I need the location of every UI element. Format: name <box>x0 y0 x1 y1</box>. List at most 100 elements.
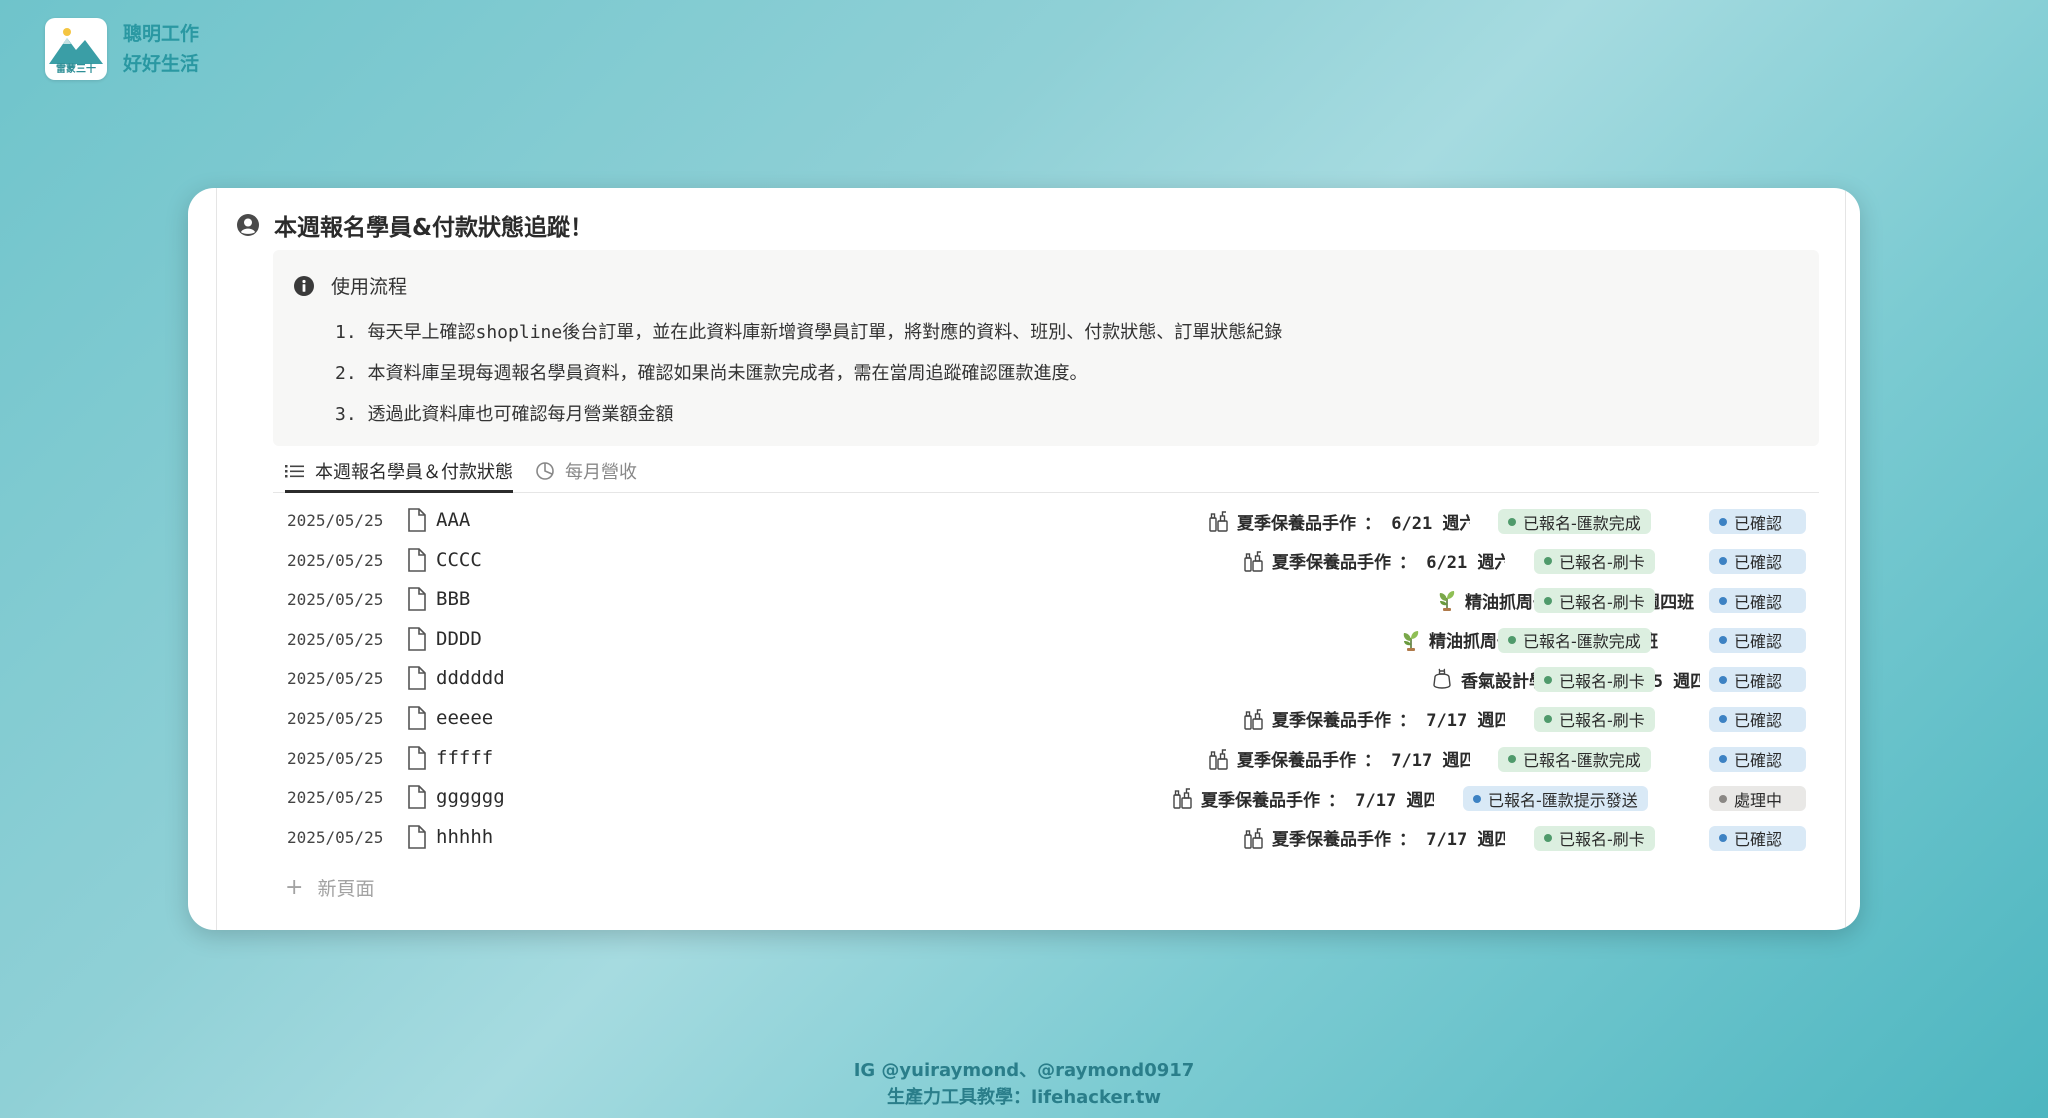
student-name[interactable]: DDDD <box>436 628 482 650</box>
bottles-icon <box>1244 828 1263 849</box>
payment-status-text: 已報名-刷卡 <box>1559 592 1645 612</box>
order-status-text: 已確認 <box>1734 671 1783 691</box>
order-status-text: 已確認 <box>1734 632 1783 652</box>
payment-status-text: 已報名-匯款完成 <box>1523 632 1641 652</box>
order-status-badge[interactable]: 已確認 <box>1709 667 1806 693</box>
course-relation[interactable]: 夏季保養品手作 ： 7/17 週四班 <box>1173 785 1434 811</box>
course-name: 夏季保養品手作 <box>1272 711 1391 732</box>
payment-status-badge[interactable]: 已報名-匯款完成 <box>1498 746 1651 772</box>
student-name[interactable]: hhhhh <box>436 826 493 848</box>
payment-status-text: 已報名-匯款完成 <box>1523 513 1641 533</box>
student-name[interactable]: CCCC <box>436 549 482 571</box>
course-relation[interactable]: 夏季保養品手作 ： 7/17 週四班 <box>1244 706 1505 732</box>
payment-status-text: 已報名-刷卡 <box>1559 711 1645 731</box>
student-name[interactable]: BBB <box>436 588 470 610</box>
tab-monthly-revenue[interactable]: 每月營收 <box>535 450 637 492</box>
status-dot <box>1719 794 1727 803</box>
brand-logo: 雷蒙三十 <box>45 18 107 80</box>
view-tabs: 本週報名學員＆付款狀態 每月營收 <box>273 450 1819 493</box>
status-dot <box>1544 557 1552 566</box>
student-name[interactable]: eeeee <box>436 707 493 729</box>
notion-card: 本週報名學員&付款狀態追蹤！ 使用流程 1. 每天早上確認shopline後台訂… <box>188 188 1860 930</box>
student-name[interactable]: fffff <box>436 747 493 769</box>
course-relation[interactable]: 夏季保養品手作 ： 7/17 週四班 <box>1209 746 1470 772</box>
course-relation[interactable]: 夏季保養品手作 ： 6/21 週六班 <box>1244 548 1505 574</box>
signup-date: 2025/05/25 <box>287 629 384 649</box>
payment-status-badge[interactable]: 已報名-匯款完成 <box>1498 627 1651 653</box>
table-row[interactable]: 2025/05/25 eeeee 夏季保養品手作 ： 7/17 週四班 已報名-… <box>273 699 1819 739</box>
order-status-text: 已確認 <box>1734 751 1783 771</box>
payment-status-badge[interactable]: 已報名-刷卡 <box>1534 706 1655 732</box>
page-icon <box>408 508 426 532</box>
order-status-badge[interactable]: 處理中 <box>1709 786 1806 812</box>
payment-status-badge[interactable]: 已報名-刷卡 <box>1534 548 1655 574</box>
order-status-badge[interactable]: 已確認 <box>1709 706 1806 732</box>
database-table: 2025/05/25 AAA 夏季保養品手作 ： 6/21 週六班 已報名-匯款… <box>273 501 1819 857</box>
table-row[interactable]: 2025/05/25 BBB 精油抓周一階 ： 7/3 週四班 已報名-刷卡 已… <box>273 580 1819 620</box>
table-row[interactable]: 2025/05/25 CCCC 夏季保養品手作 ： 6/21 週六班 已報名-刷… <box>273 541 1819 581</box>
footer-social: IG @yuiraymond、@raymond0917 <box>853 1060 1195 1081</box>
page-icon <box>408 785 426 809</box>
course-schedule: ： 6/21 週六班 <box>1364 513 1470 534</box>
bottles-icon <box>1173 788 1192 809</box>
payment-status-badge[interactable]: 已報名-刷卡 <box>1534 667 1655 693</box>
payment-status-badge[interactable]: 已報名-匯款完成 <box>1498 509 1651 534</box>
order-status-badge[interactable]: 已確認 <box>1709 825 1806 851</box>
student-name[interactable]: gggggg <box>436 786 505 808</box>
bottles-icon <box>1244 550 1263 572</box>
bottles-icon <box>1209 511 1228 532</box>
status-dot <box>1719 636 1727 645</box>
student-name[interactable]: dddddd <box>436 667 505 689</box>
diffuser-icon <box>1433 668 1451 690</box>
table-row[interactable]: 2025/05/25 fffff 夏季保養品手作 ： 7/17 週四班 已報名-… <box>273 739 1819 779</box>
step-item: 2. 本資料庫呈現每週報名學員資料，確認如果尚未匯款完成者，需在當周追蹤確認匯款… <box>335 363 1088 384</box>
signup-date: 2025/05/25 <box>287 708 384 728</box>
status-dot <box>1719 557 1727 566</box>
payment-status-text: 已報名-刷卡 <box>1559 830 1645 850</box>
brand-slogan-line2: 好好生活 <box>123 53 200 75</box>
order-status-text: 已確認 <box>1734 711 1783 731</box>
table-row[interactable]: 2025/05/25 gggggg 夏季保養品手作 ： 7/17 週四班 已報名… <box>273 778 1819 818</box>
status-dot <box>1719 517 1727 526</box>
payment-status-text: 已報名-刷卡 <box>1559 553 1645 573</box>
status-dot <box>1508 636 1516 645</box>
pie-chart-icon <box>536 462 554 480</box>
footer-credits: IG @yuiraymond、@raymond0917 生產力工具教學：life… <box>0 1057 2048 1111</box>
student-name[interactable]: AAA <box>436 509 470 531</box>
brand-logo-text: 雷蒙三十 <box>56 64 96 75</box>
payment-status-badge[interactable]: 已報名-刷卡 <box>1534 588 1655 614</box>
callout-title: 使用流程 <box>331 276 408 298</box>
tab-weekly-signups[interactable]: 本週報名學員＆付款狀態 <box>285 450 513 493</box>
course-schedule: ： 7/17 週四班 <box>1328 790 1434 811</box>
table-row[interactable]: 2025/05/25 DDDD 精油抓周一階 ： 7/3 週四班 已報名-匯款完… <box>273 620 1819 660</box>
new-page-button[interactable]: + 新頁面 <box>273 874 374 901</box>
page-header: 本週報名學員&付款狀態追蹤！ <box>236 208 593 242</box>
table-row[interactable]: 2025/05/25 dddddd 香氣設計學夏季班 ： 6/5 週四班 已報名… <box>273 659 1819 699</box>
page-title: 本週報名學員&付款狀態追蹤！ <box>274 215 594 241</box>
course-schedule: ： 6/21 週六班 <box>1399 553 1505 574</box>
status-dot <box>1719 755 1727 764</box>
order-status-badge[interactable]: 已確認 <box>1709 509 1806 534</box>
status-dot <box>1544 596 1552 605</box>
table-row[interactable]: 2025/05/25 hhhhh 夏季保養品手作 ： 7/17 週四班 已報名-… <box>273 818 1819 858</box>
payment-status-badge[interactable]: 已報名-匯款提示發送 <box>1463 786 1648 812</box>
order-status-badge[interactable]: 已確認 <box>1709 548 1806 574</box>
page-icon <box>408 666 426 691</box>
order-status-badge[interactable]: 已確認 <box>1709 746 1806 772</box>
payment-status-text: 已報名-匯款提示發送 <box>1488 790 1638 810</box>
status-dot <box>1473 794 1481 803</box>
bottles-icon <box>1209 748 1228 770</box>
table-row[interactable]: 2025/05/25 AAA 夏季保養品手作 ： 6/21 週六班 已報名-匯款… <box>273 501 1819 541</box>
course-schedule: ： 7/17 週四班 <box>1399 830 1505 851</box>
course-schedule: ： 7/17 週四班 <box>1364 751 1470 772</box>
signup-date: 2025/05/25 <box>287 788 384 808</box>
signup-date: 2025/05/25 <box>287 748 384 768</box>
status-dot <box>1719 715 1727 724</box>
course-relation[interactable]: 夏季保養品手作 ： 6/21 週六班 <box>1209 508 1470 534</box>
payment-status-badge[interactable]: 已報名-刷卡 <box>1534 825 1655 851</box>
course-name: 夏季保養品手作 <box>1237 751 1356 772</box>
order-status-badge[interactable]: 已確認 <box>1709 588 1806 614</box>
order-status-badge[interactable]: 已確認 <box>1709 627 1806 653</box>
course-relation[interactable]: 夏季保養品手作 ： 7/17 週四班 <box>1244 825 1505 851</box>
status-dot <box>1719 834 1727 843</box>
